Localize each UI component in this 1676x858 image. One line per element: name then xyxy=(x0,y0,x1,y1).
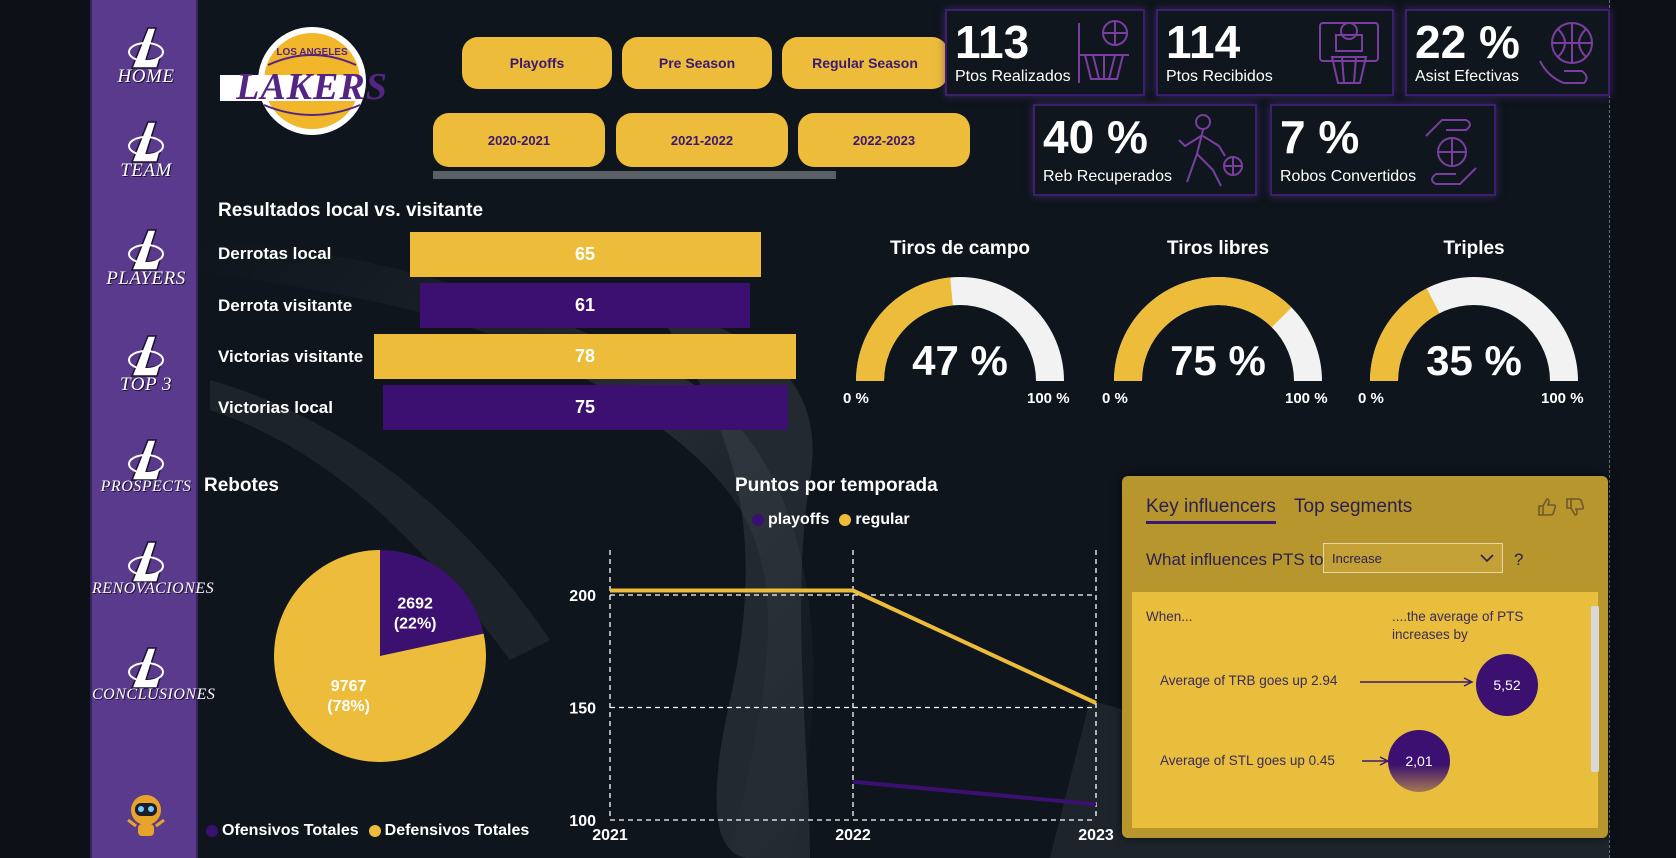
lakers-l-icon xyxy=(128,541,164,583)
nav-item-prospects[interactable]: PROSPECTS xyxy=(92,436,200,496)
x-tick-label: 2023 xyxy=(1078,827,1114,844)
ki-row-label[interactable]: Average of TRB goes up 2.94 xyxy=(1160,672,1340,690)
pie-data-label: 9767 xyxy=(331,678,367,695)
ki-question-text: What influences PTS to xyxy=(1146,550,1324,569)
nav-item-label: CONCLUSIONES xyxy=(92,686,216,703)
line-series-playoffs[interactable] xyxy=(852,779,1097,807)
y-tick-label: 100 xyxy=(569,813,596,830)
puntos-legend: playoffs regular xyxy=(752,511,910,529)
thumbs-down-icon[interactable] xyxy=(1564,496,1586,518)
gauge-value: 47 % xyxy=(912,337,1008,384)
ki-bubble[interactable]: 5,52 xyxy=(1476,654,1538,716)
legend-label: regular xyxy=(855,511,910,528)
gauge-max-label: 100 % xyxy=(1285,390,1328,407)
gauge-value: 75 % xyxy=(1170,337,1266,384)
gauge-max-label: 100 % xyxy=(1541,390,1584,407)
lakers-l-icon xyxy=(128,647,164,689)
nav-item-label: PROSPECTS xyxy=(100,478,192,495)
nav-item-label: RENOVACIONES xyxy=(92,580,215,597)
gauge-max-label: 100 % xyxy=(1027,390,1070,407)
ki-connector-arrow xyxy=(1360,677,1474,687)
pie-data-label: (22%) xyxy=(394,615,437,632)
ki-bubble[interactable]: 2,01 xyxy=(1388,730,1450,792)
ki-col-when: When... xyxy=(1146,609,1193,624)
ki-col-average: ....the average of PTS increases by xyxy=(1392,609,1524,643)
gauge-min-label: 0 % xyxy=(1102,390,1128,407)
tab-key-influencers[interactable]: Key influencers xyxy=(1146,496,1276,524)
legend-label: Ofensivos Totales xyxy=(222,822,359,839)
ki-help-mark: ? xyxy=(1514,550,1524,569)
gauge-min-label: 0 % xyxy=(1358,390,1384,407)
pie-data-label: (78%) xyxy=(327,698,370,715)
legend-dot-regular xyxy=(839,514,852,526)
x-tick-label: 2022 xyxy=(835,827,871,844)
y-tick-label: 200 xyxy=(569,588,596,605)
legend-dot-playoffs xyxy=(752,514,764,526)
ki-row-label[interactable]: Average of STL goes up 0.45 xyxy=(1160,752,1350,770)
rebotes-pie-chart: 2692 (22%) 9767 (78%) xyxy=(274,550,486,762)
key-influencers-panel: Key influencers Top segments What influe… xyxy=(1122,476,1608,838)
legend-label: playoffs xyxy=(768,511,830,528)
y-tick-label: 150 xyxy=(569,701,596,718)
rebotes-legend: Ofensivos Totales Defensivos Totales xyxy=(206,822,529,840)
chevron-down-icon xyxy=(1480,554,1494,563)
gauge-min-label: 0 % xyxy=(843,390,869,407)
x-tick-label: 2021 xyxy=(592,827,628,844)
rebotes-title: Rebotes xyxy=(204,475,279,496)
pie-data-label: 2692 xyxy=(397,595,433,612)
tab-top-segments[interactable]: Top segments xyxy=(1294,496,1412,518)
ki-scrollbar[interactable] xyxy=(1591,606,1599,772)
nav-item-conclusiones[interactable]: CONCLUSIONES xyxy=(92,644,216,704)
nav-item-renovaciones[interactable]: RENOVACIONES xyxy=(92,538,215,598)
legend-dot-ofensivos xyxy=(206,825,218,837)
lakers-l-icon xyxy=(128,439,164,481)
ki-target-select[interactable]: Increase xyxy=(1323,543,1503,573)
ki-select-value: Increase xyxy=(1332,551,1382,566)
legend-dot-defensivos xyxy=(368,825,381,837)
legend-label: Defensivos Totales xyxy=(384,822,530,839)
gauge-value: 35 % xyxy=(1426,337,1522,384)
ki-results-area: When... ....the average of PTS increases… xyxy=(1132,592,1598,828)
puntos-line-chart: 2021 2022 2023 100 150 200 xyxy=(569,550,1114,844)
thumbs-up-icon[interactable] xyxy=(1536,496,1558,518)
robot-assistant-icon[interactable] xyxy=(122,790,170,840)
puntos-title: Puntos por temporada xyxy=(735,475,938,496)
